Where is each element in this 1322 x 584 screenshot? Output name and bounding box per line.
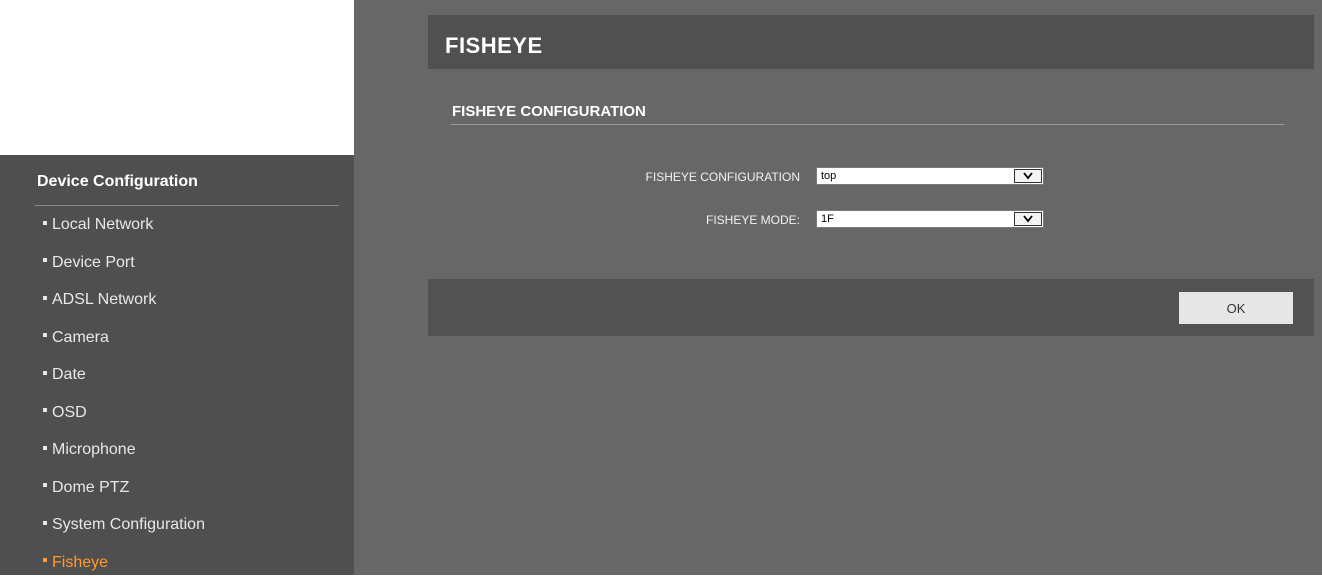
bullet-icon <box>43 558 47 562</box>
sidebar-item-label: Local Network <box>52 216 153 233</box>
sidebar-item-label: ADSL Network <box>52 291 156 308</box>
bullet-icon <box>43 221 47 225</box>
sidebar-item-osd[interactable]: OSD <box>0 397 354 435</box>
sidebar-item-camera[interactable]: Camera <box>0 322 354 360</box>
sidebar-item-date[interactable]: Date <box>0 359 354 397</box>
chevron-down-icon[interactable] <box>1014 169 1042 183</box>
main-panel: FISHEYE FISHEYE CONFIGURATION FISHEYE CO… <box>354 0 1322 575</box>
title-bar: FISHEYE <box>428 15 1314 69</box>
ok-button[interactable]: OK <box>1179 292 1293 324</box>
sidebar-header: Device Configuration <box>37 173 198 191</box>
sidebar-item-label: OSD <box>52 404 87 421</box>
bullet-icon <box>43 333 47 337</box>
sidebar-item-local-network[interactable]: Local Network <box>0 209 354 247</box>
sidebar-menu: Local Network Device Port ADSL Network C… <box>0 209 354 584</box>
bullet-icon <box>43 258 47 262</box>
fisheye-mode-label: FISHEYE MODE: <box>500 213 800 227</box>
bullet-icon <box>43 296 47 300</box>
sidebar-item-microphone[interactable]: Microphone <box>0 434 354 472</box>
bullet-icon <box>43 521 47 525</box>
sidebar-item-device-port[interactable]: Device Port <box>0 247 354 285</box>
sidebar-item-label: Camera <box>52 329 109 346</box>
sidebar-item-system-configuration[interactable]: System Configuration <box>0 509 354 547</box>
sidebar-item-adsl-network[interactable]: ADSL Network <box>0 284 354 322</box>
sidebar-item-label: Dome PTZ <box>52 479 129 496</box>
bullet-icon <box>43 371 47 375</box>
sidebar-item-fisheye[interactable]: Fisheye <box>0 547 354 584</box>
fisheye-configuration-select[interactable]: top <box>816 167 1044 185</box>
fisheye-configuration-label: FISHEYE CONFIGURATION <box>500 170 800 184</box>
bullet-icon <box>43 483 47 487</box>
section-divider <box>450 124 1284 125</box>
sidebar-item-label: Fisheye <box>52 554 108 571</box>
sidebar-item-dome-ptz[interactable]: Dome PTZ <box>0 472 354 510</box>
sidebar-item-label: Date <box>52 366 86 383</box>
select-value: 1F <box>821 213 834 225</box>
chevron-down-icon[interactable] <box>1014 212 1042 226</box>
sidebar-item-label: Device Port <box>52 254 135 271</box>
sidebar: Device Configuration Local Network Devic… <box>0 155 354 575</box>
page-title: FISHEYE <box>445 33 543 59</box>
sidebar-divider <box>35 205 339 206</box>
select-value: top <box>821 170 836 182</box>
sidebar-item-label: System Configuration <box>52 516 205 533</box>
fisheye-mode-select[interactable]: 1F <box>816 210 1044 228</box>
action-bar: OK <box>428 279 1314 336</box>
bullet-icon <box>43 446 47 450</box>
section-title: FISHEYE CONFIGURATION <box>452 103 646 120</box>
bullet-icon <box>43 408 47 412</box>
sidebar-item-label: Microphone <box>52 441 136 458</box>
